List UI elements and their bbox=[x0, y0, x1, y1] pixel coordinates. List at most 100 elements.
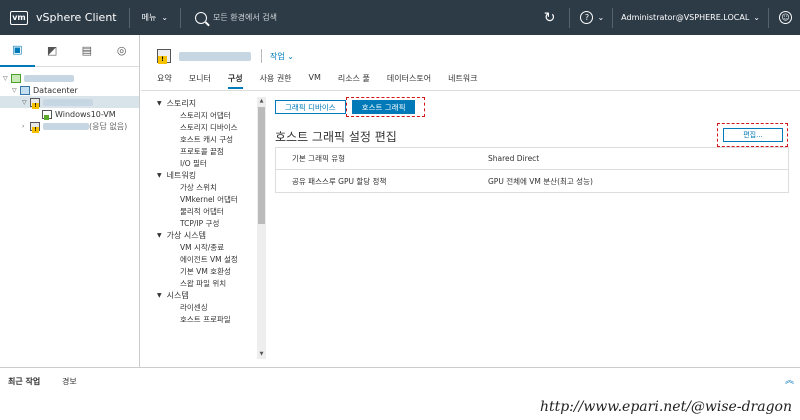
vms-templates-icon[interactable]: ◩ bbox=[35, 35, 70, 67]
chevron-down-icon[interactable]: ▽ bbox=[3, 75, 11, 82]
settings-item[interactable]: 에이전트 VM 설정 bbox=[157, 253, 267, 265]
property-key: 공유 패스스루 GPU 할당 정책 bbox=[292, 176, 387, 186]
tab-resource-pools[interactable]: 리소스 풀 bbox=[338, 71, 370, 89]
app-title: vSphere Client bbox=[36, 11, 117, 24]
vmware-logo: vm bbox=[10, 10, 28, 25]
host-warning-icon bbox=[30, 97, 40, 109]
settings-scrollbar[interactable]: ▲ ▼ bbox=[257, 97, 266, 359]
header-divider bbox=[768, 7, 769, 28]
property-value: Shared Direct bbox=[488, 154, 540, 163]
settings-group-storage[interactable]: ▼ 스토리지 bbox=[157, 97, 267, 109]
host-warning-icon bbox=[157, 49, 171, 64]
storage-icon[interactable]: ▤ bbox=[70, 35, 105, 67]
scroll-down-icon[interactable]: ▼ bbox=[257, 350, 266, 359]
settings-item[interactable]: 스토리지 어댑터 bbox=[157, 109, 267, 121]
settings-item[interactable]: I/O 필터 bbox=[157, 157, 267, 169]
vm-powered-on-icon bbox=[42, 109, 52, 120]
chevron-down-icon: ▼ bbox=[157, 231, 162, 239]
global-search[interactable] bbox=[195, 11, 414, 24]
host-graphics-properties: 기본 그래픽 유형 Shared Direct 공유 패스스루 GPU 할당 정… bbox=[275, 147, 789, 193]
settings-item[interactable]: 호스트 캐시 구성 bbox=[157, 133, 267, 145]
chevron-down-icon: ▼ bbox=[157, 291, 162, 299]
settings-item[interactable]: VM 시작/종료 bbox=[157, 241, 267, 253]
chevron-down-icon[interactable]: ⌄ bbox=[753, 13, 760, 22]
menu-button[interactable]: 메뉴 ⌄ bbox=[142, 12, 168, 23]
tree-label: Windows10-VM bbox=[55, 109, 116, 119]
settings-item[interactable]: VMkernel 어댑터 bbox=[157, 193, 267, 205]
top-header: vm vSphere Client 메뉴 ⌄ ↻ ? ⌄ Administrat… bbox=[0, 0, 800, 35]
alarms-tab[interactable]: 경보 bbox=[62, 376, 77, 387]
settings-group-virtual-machines[interactable]: ▼ 가상 시스템 bbox=[157, 229, 267, 241]
settings-item[interactable]: TCP/IP 구성 bbox=[157, 217, 267, 229]
property-row: 공유 패스스루 GPU 할당 정책 GPU 전체에 VM 분산(최고 성능) bbox=[276, 170, 788, 192]
feedback-smiley-icon[interactable]: ☺ bbox=[779, 11, 792, 24]
settings-item[interactable]: 호스트 프로파일 bbox=[157, 313, 267, 325]
search-input[interactable] bbox=[213, 13, 414, 22]
watermark-text: http://www.epari.net/@wise-dragon bbox=[539, 399, 792, 415]
inventory-navigator: ▣ ◩ ▤ ◎ ▽ ▽ Datacenter ▽ Windows10-VM › bbox=[0, 35, 140, 367]
chevron-down-icon: ⌄ bbox=[161, 13, 169, 22]
property-value: GPU 전체에 VM 분산(최고 성능) bbox=[488, 176, 593, 186]
settings-item[interactable]: 라이센싱 bbox=[157, 301, 267, 313]
tab-summary[interactable]: 요약 bbox=[157, 71, 172, 89]
tree-item-vm[interactable]: Windows10-VM bbox=[0, 108, 139, 120]
chevron-down-icon[interactable]: ▽ bbox=[12, 87, 20, 94]
section-title: 호스트 그래픽 설정 편집 bbox=[275, 130, 397, 144]
chevron-down-icon[interactable]: ▽ bbox=[22, 99, 30, 106]
header-divider bbox=[569, 7, 571, 28]
tab-datastores[interactable]: 데이터스토어 bbox=[387, 71, 431, 89]
datacenter-icon bbox=[20, 85, 30, 95]
settings-group-system[interactable]: ▼ 시스템 bbox=[157, 289, 267, 301]
settings-item[interactable]: 프로토콜 끝점 bbox=[157, 145, 267, 157]
recent-tasks-tab[interactable]: 최근 작업 bbox=[8, 376, 40, 387]
header-divider bbox=[612, 7, 614, 28]
tab-configure[interactable]: 구성 bbox=[227, 71, 243, 89]
actions-menu[interactable]: 작업 ⌄ bbox=[270, 51, 294, 62]
settings-item[interactable]: 스왑 파일 위치 bbox=[157, 277, 267, 289]
settings-item[interactable]: 기본 VM 호환성 bbox=[157, 265, 267, 277]
redacted-host-name bbox=[179, 51, 251, 61]
scroll-up-icon[interactable]: ▲ bbox=[257, 97, 266, 106]
settings-tree: ▼ 스토리지 스토리지 어댑터 스토리지 디바이스 호스트 캐시 구성 프로토콜 … bbox=[157, 97, 267, 359]
expand-up-icon[interactable]: ︽ bbox=[785, 373, 794, 386]
tab-networks[interactable]: 네트워크 bbox=[448, 71, 477, 89]
redacted-name bbox=[43, 122, 89, 130]
main-content: 작업 ⌄ 요약 모니터 구성 사용 권한 VM 리소스 풀 데이터스토어 네트워… bbox=[141, 35, 800, 367]
highlight-annotation bbox=[346, 97, 425, 117]
header-divider bbox=[180, 7, 182, 28]
settings-item[interactable]: 가상 스위치 bbox=[157, 181, 267, 193]
settings-item[interactable]: 스토리지 디바이스 bbox=[157, 121, 267, 133]
networking-icon[interactable]: ◎ bbox=[104, 35, 139, 67]
header-right: ↻ ? ⌄ Administrator@VSPHERE.LOCAL ⌄ ☺ bbox=[544, 0, 792, 35]
object-tabs: 요약 모니터 구성 사용 권한 VM 리소스 풀 데이터스토어 네트워크 bbox=[157, 71, 495, 89]
redacted-name bbox=[24, 74, 74, 82]
tree-item-host-selected[interactable]: ▽ bbox=[0, 96, 139, 109]
help-icon[interactable]: ? bbox=[580, 11, 594, 24]
search-icon bbox=[195, 11, 208, 24]
graphics-devices-button[interactable]: 그래픽 디바이스 bbox=[275, 100, 346, 114]
inventory-tree: ▽ ▽ Datacenter ▽ Windows10-VM › (응답 없음) bbox=[0, 67, 139, 133]
chevron-down-icon: ▼ bbox=[157, 171, 162, 179]
tree-item-datacenter[interactable]: ▽ Datacenter bbox=[0, 84, 139, 96]
tree-item-vcenter[interactable]: ▽ bbox=[0, 72, 139, 84]
chevron-down-icon[interactable]: ⌄ bbox=[597, 13, 604, 22]
property-row: 기본 그래픽 유형 Shared Direct bbox=[276, 148, 788, 170]
header-divider bbox=[128, 7, 130, 28]
user-menu[interactable]: Administrator@VSPHERE.LOCAL bbox=[621, 13, 749, 22]
tree-item-host-2[interactable]: › (응답 없음) bbox=[0, 120, 139, 133]
settings-item[interactable]: 물리적 어댑터 bbox=[157, 205, 267, 217]
tab-vms[interactable]: VM bbox=[309, 71, 321, 89]
host-warning-icon bbox=[30, 121, 40, 133]
chevron-right-icon[interactable]: › bbox=[22, 123, 30, 130]
hosts-clusters-icon[interactable]: ▣ bbox=[0, 35, 35, 67]
object-header: 작업 ⌄ bbox=[157, 45, 294, 67]
redacted-name bbox=[43, 98, 93, 106]
header-divider bbox=[261, 49, 262, 63]
tree-label: Datacenter bbox=[33, 85, 78, 95]
refresh-icon[interactable]: ↻ bbox=[544, 10, 556, 26]
menu-label: 메뉴 bbox=[141, 13, 157, 22]
tab-monitor[interactable]: 모니터 bbox=[189, 71, 211, 89]
tab-permissions[interactable]: 사용 권한 bbox=[260, 71, 292, 89]
settings-group-networking[interactable]: ▼ 네트워킹 bbox=[157, 169, 267, 181]
scroll-thumb[interactable] bbox=[258, 107, 265, 224]
